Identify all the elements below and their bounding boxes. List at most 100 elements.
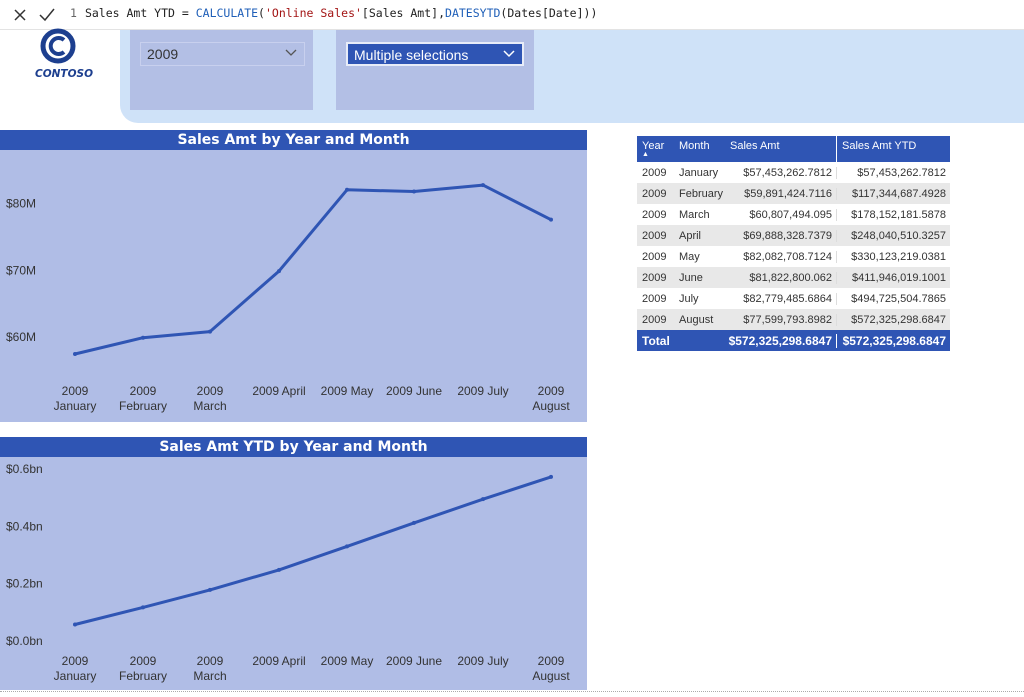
year-column-header[interactable]: Year ▲	[637, 136, 674, 162]
x-tick-label: 2009 August	[532, 384, 570, 413]
sales-amt-cell: $69,888,328.7379	[743, 229, 832, 242]
sales-amt-ytd-cell: $572,325,298.6847	[836, 313, 950, 326]
y-tick-label: $70M	[6, 263, 36, 277]
month-cell: February	[679, 187, 724, 200]
x-tick-label: 2009 June	[386, 654, 442, 668]
table-row[interactable]: 2009 August $77,599,793.8982 $572,325,298.6…	[637, 309, 950, 330]
sales-table: Year ▲ Month Sales Amt Sales Amt YTD 2009…	[637, 136, 950, 351]
y-tick-label: $0.6bn	[6, 462, 43, 476]
sales-amt-cell: $81,822,800.062	[749, 271, 832, 284]
data-point[interactable]	[141, 335, 145, 340]
sales-amt-ytd-column-header[interactable]: Sales Amt YTD	[836, 136, 950, 162]
check-icon[interactable]	[37, 5, 57, 25]
x-tick-label: 2009 February	[119, 654, 167, 683]
sales-amt-chart[interactable]: $60M $70M $80M 2009 January 2009 February 2009 M…	[0, 130, 587, 422]
data-point[interactable]	[549, 217, 553, 222]
sales-amt-ytd-cell: $494,725,504.7865	[836, 292, 950, 305]
y-tick-label: $0.0bn	[6, 634, 43, 648]
measure-name: Sales Amt YTD	[84, 6, 175, 20]
month-cell: May	[679, 250, 700, 263]
month-cell: June	[679, 271, 703, 284]
year-cell: 2009	[642, 292, 667, 305]
x-tick-label: 2009 July	[457, 654, 508, 668]
series-line[interactable]	[74, 183, 552, 356]
chevron-down-icon	[284, 45, 298, 62]
month-dropdown[interactable]: Multiple selections	[346, 42, 524, 66]
table-reference: 'Online Sales'	[264, 6, 362, 20]
logo-text: CONTOSO	[35, 68, 93, 80]
x-tick-label: 2009 May	[321, 384, 374, 398]
data-point[interactable]	[345, 187, 349, 192]
x-tick-label: 2009 May	[321, 654, 374, 668]
dax-formula-editor[interactable]: 1 Sales Amt YTD = CALCULATE('Online Sales…	[70, 6, 597, 20]
comma: ,	[438, 6, 446, 20]
table-total-row: Total $572,325,298.6847 $572,325,298.684…	[637, 330, 950, 351]
bottom-divider	[0, 691, 1024, 692]
table-row[interactable]: 2009 February $59,891,424.7116 $117,344,687…	[637, 183, 950, 204]
sales-amt-ytd-chart-svg: $0.0bn $0.2bn $0.4bn $0.6bn 2009 January 2009 F…	[6, 462, 570, 683]
line-number: 1	[70, 6, 77, 20]
sales-amt-column-header[interactable]: Sales Amt	[725, 136, 836, 162]
x-tick-label: 2009 April	[252, 654, 305, 668]
data-point[interactable]	[549, 474, 553, 479]
x-tick-label: 2009 July	[457, 384, 508, 398]
table-header: Year ▲ Month Sales Amt Sales Amt YTD	[637, 136, 950, 162]
data-point[interactable]	[345, 544, 349, 549]
data-point[interactable]	[141, 605, 145, 610]
chart-title: Sales Amt YTD by Year and Month	[0, 437, 587, 457]
close-icon[interactable]	[10, 5, 30, 25]
total-sales-amt-ytd: $572,325,298.6847	[836, 333, 950, 348]
table-row[interactable]: 2009 March $60,807,494.095 $178,152,181.587…	[637, 204, 950, 225]
table-row[interactable]: 2009 April $69,888,328.7379 $248,040,510.32…	[637, 225, 950, 246]
month-cell: August	[679, 313, 714, 326]
data-point[interactable]	[412, 520, 416, 525]
table-row[interactable]: 2009 July $82,779,485.6864 $494,725,504.786…	[637, 288, 950, 309]
data-point[interactable]	[412, 189, 416, 194]
year-cell: 2009	[642, 208, 667, 221]
sales-amt-ytd-cell: $411,946,019.1001	[836, 271, 950, 284]
series-line[interactable]	[74, 475, 552, 626]
datesytd-function: DATESYTD	[445, 6, 501, 20]
total-label: Total	[642, 333, 670, 348]
table-row[interactable]: 2009 June $81,822,800.062 $411,946,019.1001	[637, 267, 950, 288]
data-point[interactable]	[277, 269, 281, 274]
data-point[interactable]	[73, 351, 77, 356]
month-cell: April	[679, 229, 702, 242]
table-row[interactable]: 2009 May $82,082,708.7124 $330,123,219.0381	[637, 246, 950, 267]
sales-amt-ytd-cell: $117,344,687.4928	[836, 187, 950, 200]
column-reference: [Sales Amt]	[361, 6, 439, 20]
y-tick-label: $80M	[6, 197, 36, 211]
data-point[interactable]	[277, 567, 281, 572]
year-cell: 2009	[642, 187, 667, 200]
data-point[interactable]	[481, 183, 485, 188]
sales-amt-cell: $77,599,793.8982	[743, 313, 832, 326]
sales-amt-cell: $82,082,708.7124	[743, 250, 832, 263]
month-cell: July	[679, 292, 699, 305]
year-cell: 2009	[642, 271, 667, 284]
sales-amt-ytd-cell: $330,123,219.0381	[836, 250, 950, 263]
sales-amt-cell: $60,807,494.095	[749, 208, 832, 221]
chart-title: Sales Amt by Year and Month	[0, 130, 587, 150]
year-cell: 2009	[642, 229, 667, 242]
sales-amt-ytd-cell: $57,453,262.7812	[836, 166, 950, 179]
sales-amt-chart-svg: $60M $70M $80M 2009 January 2009 February 2009 M…	[6, 183, 570, 413]
x-tick-label: 2009 June	[386, 384, 442, 398]
y-tick-label: $60M	[6, 330, 36, 344]
chevron-down-icon	[502, 46, 516, 63]
year-dropdown[interactable]: 2009	[140, 42, 305, 66]
table-row[interactable]: 2009 January $57,453,262.7812 $57,453,262.7…	[637, 162, 950, 183]
year-cell: 2009	[642, 166, 667, 179]
data-point[interactable]	[208, 329, 212, 334]
open-paren: (	[258, 6, 265, 20]
sales-amt-cell: $82,779,485.6864	[743, 292, 832, 305]
month-column-header[interactable]: Month	[674, 136, 725, 162]
data-point[interactable]	[208, 587, 212, 592]
x-tick-label: 2009 January	[54, 384, 97, 413]
year-cell: 2009	[642, 313, 667, 326]
total-sales-amt: $572,325,298.6847	[728, 333, 832, 348]
month-cell: March	[679, 208, 710, 221]
data-point[interactable]	[481, 497, 485, 502]
data-point[interactable]	[73, 622, 77, 627]
y-tick-label: $0.4bn	[6, 519, 43, 533]
sales-amt-ytd-chart[interactable]: $0.0bn $0.2bn $0.4bn $0.6bn 2009 January 2009 F…	[0, 437, 587, 690]
